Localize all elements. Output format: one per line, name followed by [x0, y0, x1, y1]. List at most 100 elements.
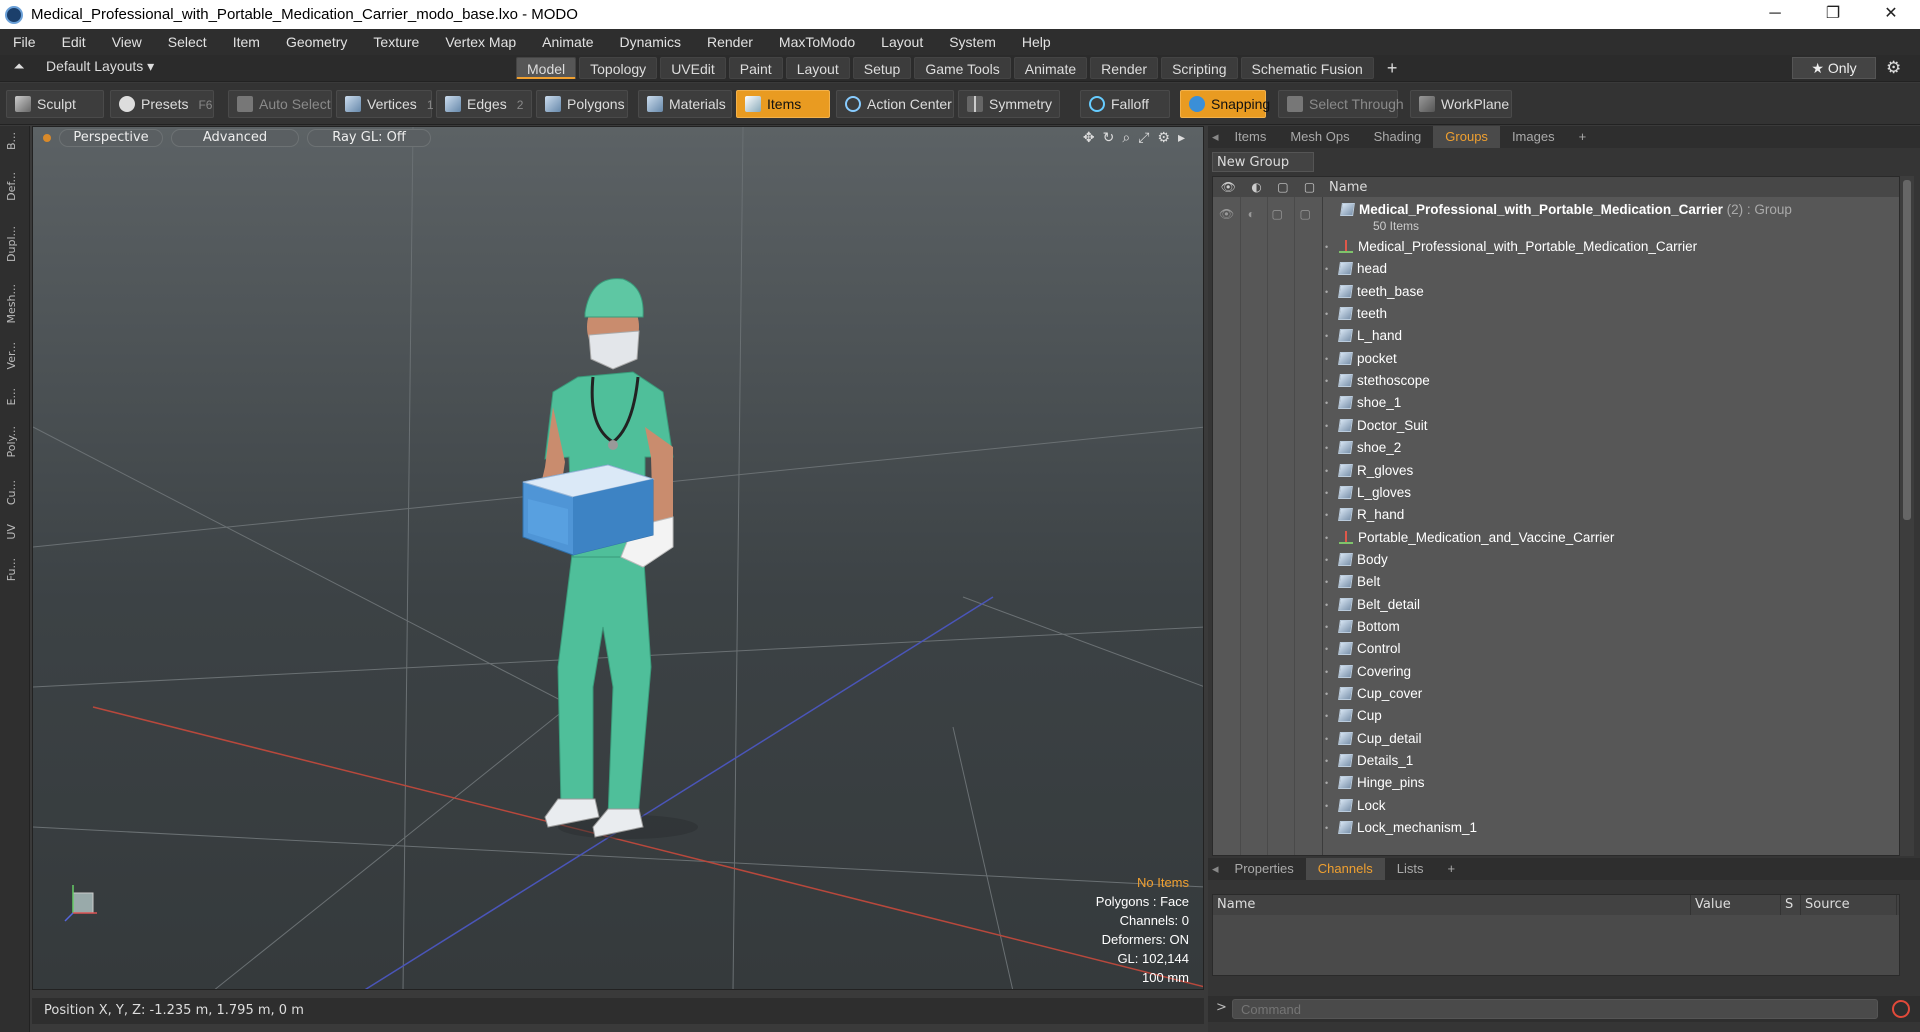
perspective-button[interactable]: Perspective — [59, 129, 163, 147]
tab-channels[interactable]: Channels — [1305, 858, 1385, 880]
3d-viewport[interactable]: Perspective Advanced Ray GL: Off ✥ ↻ ⌕ ⤢… — [32, 126, 1204, 990]
select-through-button[interactable]: Select Through — [1278, 90, 1404, 118]
gear-icon[interactable]: ⚙ — [1886, 58, 1901, 78]
menu-animate[interactable]: Animate — [529, 34, 606, 50]
group-item-row[interactable]: • Lock — [1325, 795, 1386, 817]
strip-tab-fusion[interactable]: Fu... — [5, 558, 25, 581]
minimize-button[interactable]: ─ — [1746, 0, 1804, 29]
group-item-row[interactable]: • L_gloves — [1325, 482, 1411, 504]
strip-tab-vertex[interactable]: Ver... — [5, 342, 25, 369]
strip-tab-uv[interactable]: UV — [5, 524, 25, 540]
new-group-button[interactable]: New Group — [1212, 152, 1314, 172]
menu-geometry[interactable]: Geometry — [273, 34, 360, 50]
strip-tab-curve[interactable]: Cu... — [5, 480, 25, 505]
group-item-row[interactable]: • Belt_detail — [1325, 594, 1420, 616]
polygons-button[interactable]: Polygons — [536, 90, 628, 118]
close-button[interactable]: ✕ — [1862, 0, 1920, 29]
menu-view[interactable]: View — [99, 34, 155, 50]
group-item-row[interactable]: • L_hand — [1325, 325, 1402, 347]
group-item-row[interactable]: • Lock_mechanism_1 — [1325, 817, 1477, 839]
edges-button[interactable]: Edges 2 — [436, 90, 532, 118]
panel-menu-icon[interactable]: ◂ — [1208, 126, 1223, 148]
menu-dynamics[interactable]: Dynamics — [607, 34, 694, 50]
zoom-icon[interactable]: ⌕ — [1122, 130, 1130, 146]
render-icon[interactable]: ◐ — [1251, 180, 1261, 194]
group-item-row[interactable]: • Bottom — [1325, 616, 1400, 638]
menu-maxtomodo[interactable]: MaxToModo — [766, 34, 868, 50]
command-input[interactable] — [1232, 999, 1878, 1019]
workplane-button[interactable]: WorkPlane — [1410, 90, 1512, 118]
menu-item[interactable]: Item — [220, 34, 273, 50]
group-item-row[interactable]: • Control — [1325, 638, 1401, 660]
menu-vertex-map[interactable]: Vertex Map — [432, 34, 529, 50]
advanced-button[interactable]: Advanced — [171, 129, 299, 147]
command-history-arrow[interactable]: > — [1216, 1000, 1227, 1015]
group-item-row[interactable]: • shoe_1 — [1325, 392, 1401, 414]
group-item-row[interactable]: • Medical_Professional_with_Portable_Medi… — [1325, 236, 1697, 258]
group-item-row[interactable]: • Doctor_Suit — [1325, 415, 1428, 437]
materials-button[interactable]: Materials — [638, 90, 732, 118]
default-layouts-dropdown[interactable]: ⏶ Default Layouts ▾ — [10, 58, 154, 75]
pan-icon[interactable]: ✥ — [1083, 130, 1095, 146]
strip-tab-polygon[interactable]: Poly... — [5, 426, 25, 457]
group-item-row[interactable]: • Covering — [1325, 661, 1411, 683]
menu-render[interactable]: Render — [694, 34, 766, 50]
tab-paint[interactable]: Paint — [728, 57, 783, 79]
visibility-eye-icon[interactable]: 👁 — [1221, 180, 1236, 194]
group-item-row[interactable]: • Cup_cover — [1325, 683, 1422, 705]
group-item-row[interactable]: • Belt — [1325, 571, 1380, 593]
group-item-row[interactable]: • shoe_2 — [1325, 437, 1401, 459]
tab-properties[interactable]: Properties — [1223, 858, 1306, 880]
menu-edit[interactable]: Edit — [49, 34, 99, 50]
group-item-row[interactable]: • R_gloves — [1325, 460, 1413, 482]
group-item-row[interactable]: • teeth_base — [1325, 281, 1424, 303]
tab-render[interactable]: Render — [1090, 57, 1159, 79]
tab-shading[interactable]: Shading — [1362, 126, 1434, 148]
lock-icon[interactable]: ▢ — [1277, 180, 1288, 194]
symmetry-button[interactable]: Symmetry — [958, 90, 1060, 118]
strip-tab-mesh[interactable]: Mesh... — [5, 284, 25, 323]
tab-groups[interactable]: Groups — [1433, 126, 1500, 148]
record-macro-icon[interactable] — [1892, 1000, 1910, 1018]
menu-select[interactable]: Select — [155, 34, 220, 50]
tab-topology[interactable]: Topology — [579, 57, 658, 79]
tab-mesh-ops[interactable]: Mesh Ops — [1278, 126, 1361, 148]
action-center-button[interactable]: Action Center — [836, 90, 954, 118]
tab-lists[interactable]: Lists — [1385, 858, 1436, 880]
tab-items[interactable]: Items — [1223, 126, 1279, 148]
tab-layout[interactable]: Layout — [785, 57, 850, 79]
only-button[interactable]: ★ Only — [1792, 57, 1876, 79]
select-icon[interactable]: ▢ — [1304, 180, 1315, 194]
group-item-row[interactable]: • stethoscope — [1325, 370, 1430, 392]
tab-setup[interactable]: Setup — [852, 57, 912, 79]
viewport-expand-icon[interactable]: ▸ — [1178, 130, 1185, 146]
falloff-button[interactable]: Falloff — [1080, 90, 1170, 118]
add-props-tab-button[interactable]: + — [1435, 858, 1467, 880]
auto-select-button[interactable]: Auto Select — [228, 90, 332, 118]
menu-system[interactable]: System — [936, 34, 1009, 50]
group-item-row[interactable]: • Body — [1325, 549, 1388, 571]
sculpt-button[interactable]: Sculpt — [6, 90, 104, 118]
tree-scroll-thumb[interactable] — [1903, 180, 1911, 520]
collapse-up-icon[interactable]: ⏶ — [10, 58, 28, 75]
group-item-row[interactable]: • head — [1325, 258, 1387, 280]
group-item-row[interactable]: • Details_1 — [1325, 750, 1413, 772]
tab-model[interactable]: Model — [516, 57, 577, 79]
menu-file[interactable]: File — [0, 34, 49, 50]
items-button[interactable]: Items — [736, 90, 830, 118]
group-item-row[interactable]: • Cup — [1325, 705, 1382, 727]
strip-tab-basic[interactable]: B... — [5, 132, 25, 150]
viewport-options-icon[interactable] — [43, 134, 51, 142]
tab-uvedit[interactable]: UVEdit — [660, 57, 726, 79]
raygl-button[interactable]: Ray GL: Off — [307, 129, 431, 147]
add-tab-button[interactable]: + — [1377, 57, 1408, 79]
tab-animate[interactable]: Animate — [1013, 57, 1088, 79]
group-visibility-toggles[interactable]: 👁 ◐ ▢ ▢ — [1219, 203, 1311, 225]
restore-button[interactable]: ❐ — [1804, 0, 1862, 29]
strip-tab-deform[interactable]: Def... — [5, 172, 25, 201]
menu-layout[interactable]: Layout — [868, 34, 936, 50]
group-item-row[interactable]: • R_hand — [1325, 504, 1404, 526]
rotate-icon[interactable]: ↻ — [1103, 130, 1115, 146]
medical-professional-model[interactable] — [522, 278, 698, 839]
fit-icon[interactable]: ⤢ — [1138, 130, 1149, 146]
